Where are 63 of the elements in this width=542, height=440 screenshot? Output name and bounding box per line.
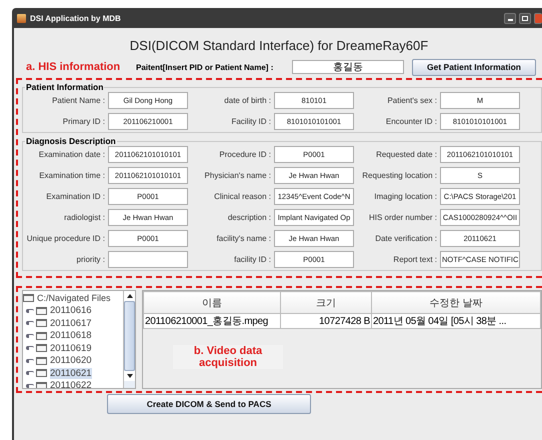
create-dicom-button[interactable]: Create DICOM & Send to PACS — [107, 394, 311, 414]
scroll-up-icon[interactable] — [124, 291, 135, 301]
tree-item[interactable]: C:/Navigated Files — [37, 293, 111, 304]
field-label: Date verification : — [374, 234, 437, 243]
field-label: date of birth : — [223, 96, 271, 105]
folder-icon — [36, 306, 47, 315]
tree-item[interactable]: 20110617 — [50, 318, 92, 329]
field-label: Physician's name : — [204, 171, 271, 180]
get-patient-button[interactable]: Get Patient Information — [412, 58, 536, 76]
table-cell: 201106210001_홍길동.mpeg — [144, 314, 280, 328]
scroll-down-icon[interactable] — [124, 371, 135, 381]
field-label: facility ID : — [233, 255, 271, 264]
column-header[interactable]: 수정한 날짜 — [372, 292, 540, 314]
field-label: Imaging location : — [373, 192, 437, 201]
tree-item[interactable]: 20110618 — [50, 330, 92, 342]
folder-icon — [36, 332, 47, 340]
annotation-label: a. HIS information — [25, 61, 122, 73]
field-label: Patient Name : — [51, 96, 105, 105]
tree-item[interactable]: 20110620 — [50, 355, 92, 366]
window-title: DSI Application by MDB — [30, 14, 122, 22]
maximize-icon[interactable] — [519, 12, 531, 24]
text-field[interactable] — [108, 251, 188, 268]
field-label: Patient's sex : — [386, 96, 437, 105]
field-label: priority : — [76, 255, 105, 264]
scroll-thumb[interactable] — [124, 301, 135, 371]
folder-icon — [36, 356, 47, 365]
field-label: Requested date : — [375, 150, 437, 159]
field-label: radiologist : — [63, 213, 105, 222]
app-icon — [17, 14, 26, 22]
field-label: Encounter ID : — [384, 117, 437, 126]
folder-icon — [36, 319, 47, 328]
field-label: description : — [226, 213, 271, 222]
tree-item[interactable]: 20110621 — [50, 368, 92, 379]
scrollbar[interactable] — [123, 291, 135, 388]
field-label: Examination time : — [38, 171, 105, 180]
tree-item[interactable]: 20110616 — [50, 305, 92, 316]
field-label: Paitent[Insert PID or Patient Name] : — [136, 62, 274, 72]
field-label: Unique procedure ID : — [26, 234, 105, 243]
column-header[interactable]: 이름 — [144, 292, 280, 314]
field-label: Primary ID : — [62, 117, 105, 126]
field-label: Report text : — [392, 255, 437, 264]
tree-item[interactable]: 20110619 — [50, 342, 92, 354]
table-cell: 10727428 B — [280, 314, 372, 328]
table-cell: 2011년 05월 04일 [05시 38분 ... — [372, 314, 540, 328]
column-header[interactable]: 크기 — [280, 292, 372, 314]
field-label: Clinical reason : — [213, 192, 271, 201]
field-label: HIS order number : — [368, 213, 437, 222]
app-heading: DSI(DICOM Standard Interface) for DreameRay60F — [128, 37, 430, 55]
tree-item[interactable]: 20110622 — [50, 380, 92, 388]
folder-icon — [36, 369, 47, 378]
field-label: Examination date : — [38, 150, 105, 159]
field-label: Examination ID : — [45, 192, 105, 201]
close-icon[interactable] — [534, 12, 542, 24]
group-title: Patient Information — [25, 82, 104, 92]
field-label: facility's name : — [216, 234, 271, 243]
field-label: Requesting location : — [361, 171, 437, 180]
field-label: Facility ID : — [230, 117, 271, 126]
minimize-icon[interactable] — [504, 12, 516, 24]
group-title: Diagnosis Description — [25, 136, 117, 146]
patient-search-field[interactable]: 홍길동 — [292, 60, 404, 74]
folder-icon — [36, 344, 47, 352]
annotation-label: b. Video data acquisition — [173, 345, 283, 369]
field-label: Procedure ID : — [218, 150, 271, 159]
